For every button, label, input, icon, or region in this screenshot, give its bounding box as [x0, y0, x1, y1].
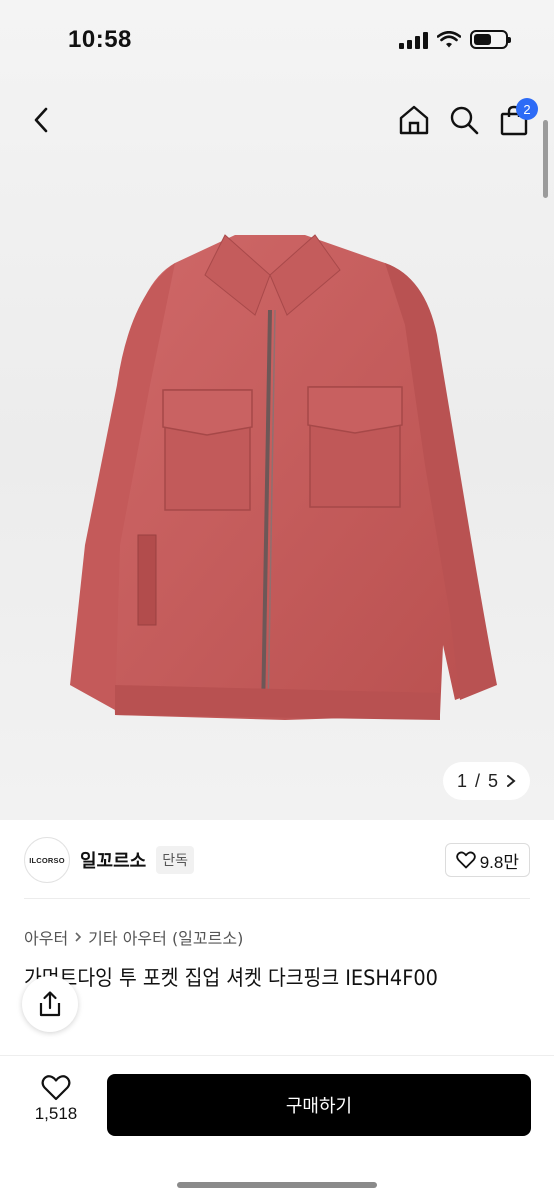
battery-icon	[470, 30, 511, 49]
home-button[interactable]	[396, 98, 432, 142]
status-icons	[399, 30, 511, 49]
share-button[interactable]	[22, 976, 78, 1032]
top-nav-actions: 2	[396, 98, 538, 142]
cellular-signal-icon	[399, 31, 428, 49]
exclusive-tag: 단독	[156, 846, 195, 874]
brand-name[interactable]: 일꼬르소	[80, 847, 146, 873]
chevron-left-icon	[34, 107, 48, 133]
gallery-separator: /	[474, 770, 480, 791]
breadcrumb: 아우터 기타 아우터 (일꼬르소)	[24, 925, 243, 949]
heart-icon	[41, 1075, 71, 1101]
wishlist-count: 1,518	[34, 1104, 78, 1123]
search-icon	[450, 106, 479, 135]
buy-button[interactable]: 구매하기	[107, 1074, 531, 1136]
brand-like-button[interactable]: 9.8만	[444, 843, 530, 877]
share-icon	[39, 991, 61, 1017]
cart-count-badge: 2	[516, 98, 538, 120]
gallery-total: 5	[487, 770, 498, 791]
brand-row: ILCORSO 일꼬르소 단독 9.8만	[24, 836, 530, 884]
divider	[24, 898, 530, 899]
status-bar: 10:58	[0, 0, 554, 84]
brand-like-count: 9.8만	[479, 852, 519, 872]
home-indicator	[177, 1182, 377, 1188]
home-icon	[399, 105, 429, 135]
gallery-counter[interactable]: 1 / 5	[442, 762, 530, 800]
search-button[interactable]	[446, 98, 482, 142]
gallery-current: 1	[456, 770, 467, 791]
back-button[interactable]	[22, 100, 62, 140]
status-time: 10:58	[68, 26, 132, 53]
scrollbar[interactable]	[543, 120, 548, 198]
wifi-icon	[437, 30, 461, 47]
product-title: 가먼트다잉 투 포켓 집업 셔켓 다크핑크 IESH4F00	[24, 966, 438, 990]
chevron-right-icon	[507, 775, 516, 787]
product-image-jacket[interactable]	[55, 215, 505, 755]
breadcrumb-subcategory[interactable]: 기타 아우터 (일꼬르소)	[88, 925, 243, 949]
breadcrumb-category[interactable]: 아우터	[24, 925, 68, 949]
wishlist-button[interactable]: 1,518	[28, 1074, 84, 1124]
bottom-action-bar: 1,518 구매하기	[0, 1055, 554, 1200]
brand-logo[interactable]: ILCORSO	[24, 837, 70, 883]
heart-icon	[455, 851, 476, 869]
cart-button[interactable]: 2	[496, 98, 538, 142]
chevron-right-icon	[75, 932, 82, 942]
